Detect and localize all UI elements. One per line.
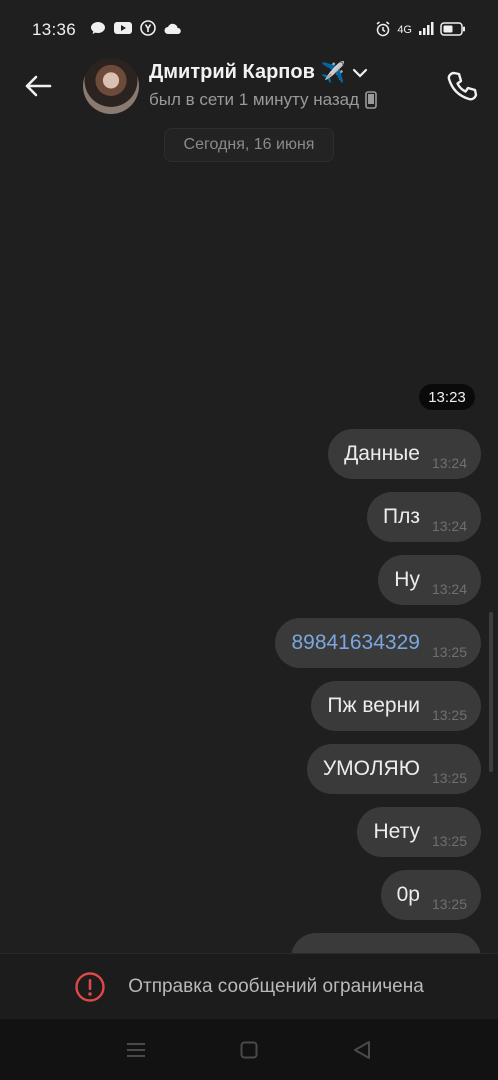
- contact-info[interactable]: Дмитрий Карпов ✈️ был в сети 1 минуту на…: [149, 60, 377, 110]
- triangle-back-icon: [353, 1040, 370, 1059]
- yandex-icon: [140, 19, 156, 41]
- phone-device-icon: [365, 91, 377, 109]
- arrow-left-icon: [25, 75, 52, 97]
- phone-icon: [447, 71, 478, 101]
- restriction-banner: Отправка сообщений ограничена: [0, 953, 498, 1020]
- home-button[interactable]: [229, 1030, 269, 1070]
- chevron-down-icon[interactable]: [352, 68, 368, 78]
- contact-status: был в сети 1 минуту назад: [149, 90, 360, 109]
- message-time: 13:25: [431, 644, 467, 660]
- network-type: 4G: [397, 24, 412, 36]
- cloud-icon: [164, 20, 182, 40]
- message-bubble[interactable]: Данные 13:24: [328, 429, 481, 479]
- message-text: УМОЛЯЮ: [322, 757, 420, 780]
- back-button[interactable]: [22, 70, 54, 102]
- airplane-emoji: ✈️: [320, 62, 346, 84]
- back-nav-button[interactable]: [342, 1030, 382, 1070]
- message-text: Ну: [394, 568, 420, 591]
- date-separator: Сегодня, 16 июня: [164, 128, 334, 162]
- message-text: Нету: [373, 820, 420, 843]
- contact-name: Дмитрий Карпов: [149, 61, 315, 83]
- youtube-icon: [114, 20, 133, 40]
- menu-icon: [127, 1042, 146, 1057]
- message-bubble[interactable]: Плз 13:24: [366, 492, 481, 542]
- time-marker: 13:23: [419, 384, 475, 410]
- menu-button[interactable]: [116, 1030, 156, 1070]
- status-time: 13:36: [32, 20, 77, 39]
- square-icon: [240, 1041, 258, 1058]
- message-text: 0р: [396, 883, 420, 906]
- message-bubble[interactable]: УМОЛЯЮ 13:25: [306, 744, 481, 794]
- restriction-text: Отправка сообщений ограничена: [128, 976, 424, 997]
- message-time: 13:25: [431, 707, 467, 723]
- message-time: 13:24: [431, 455, 467, 471]
- message-time: 13:25: [431, 896, 467, 912]
- message-time: 13:24: [431, 518, 467, 534]
- battery-icon: [440, 21, 466, 39]
- message-icon: [90, 20, 106, 41]
- message-text: Пж верни: [327, 694, 420, 717]
- message-time: 13:24: [431, 581, 467, 597]
- call-button[interactable]: [444, 68, 480, 104]
- message-bubble[interactable]: Пж верни 13:25: [311, 681, 481, 731]
- message-text: Плз: [382, 505, 420, 528]
- warning-icon: [75, 972, 105, 1002]
- system-nav-bar: [0, 1019, 498, 1080]
- phone-number-link[interactable]: 89841634329: [291, 631, 419, 655]
- chat-header: Дмитрий Карпов ✈️ был в сети 1 минуту на…: [0, 52, 498, 124]
- alarm-icon: [375, 20, 391, 40]
- message-bubble[interactable]: Ну 13:24: [378, 555, 481, 605]
- message-time: 13:25: [431, 833, 467, 849]
- scrollbar[interactable]: [489, 612, 493, 772]
- signal-icon: [418, 21, 434, 39]
- message-bubble[interactable]: 0р 13:25: [380, 870, 481, 920]
- message-bubble[interactable]: 89841634329 13:25: [275, 618, 481, 668]
- status-bar: 13:36 4G: [0, 0, 498, 60]
- message-text: Данные: [344, 442, 420, 465]
- message-bubble[interactable]: Нету 13:25: [357, 807, 481, 857]
- message-time: 13:25: [431, 770, 467, 786]
- avatar[interactable]: [83, 58, 139, 114]
